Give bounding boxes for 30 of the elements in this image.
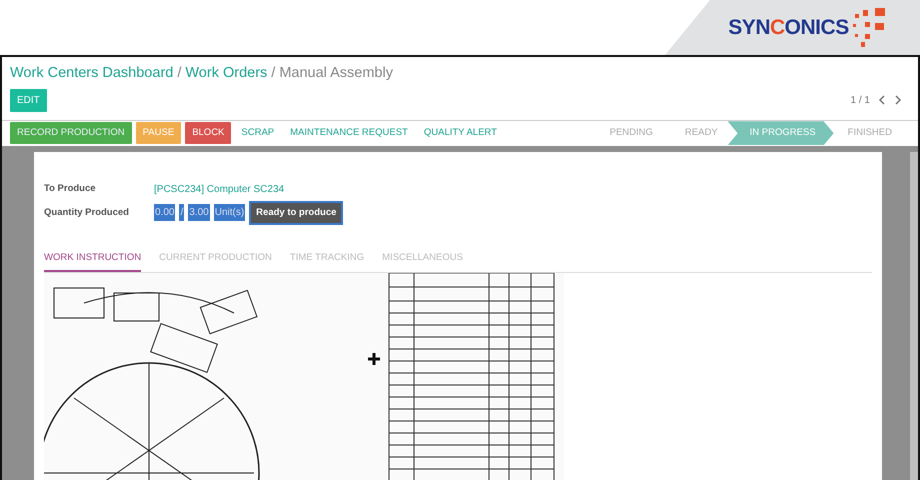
action-link[interactable]: QUALITY ALERT (418, 122, 503, 144)
field-label: Quantity Produced (44, 206, 130, 220)
quantity-value: 0.00 (154, 204, 176, 222)
quantity-separator: / (179, 204, 184, 222)
breadcrumb-link[interactable]: Work Orders (185, 65, 268, 81)
action-link[interactable]: MAINTENANCE REQUEST (284, 122, 414, 144)
pager-counter: 1 / 1 (850, 94, 870, 108)
action-button[interactable]: PAUSE (136, 122, 182, 144)
tab[interactable]: TIME TRACKING (290, 247, 364, 272)
product-link[interactable]: [PCSC234] Computer SC234 (154, 182, 284, 197)
previous-icon[interactable] (878, 95, 886, 106)
action-button[interactable]: RECORD PRODUCTION (10, 122, 132, 144)
quantity-value: 3.00 (188, 204, 210, 222)
unit-label: Unit(s) (214, 204, 246, 222)
edit-button[interactable]: EDIT (10, 88, 47, 112)
company-logo: SYNCONICS (728, 14, 849, 41)
action-button[interactable]: BLOCK (185, 122, 232, 144)
breadcrumb-current: Manual Assembly (279, 65, 393, 81)
tab[interactable]: CURRENT PRODUCTION (159, 247, 272, 272)
next-icon[interactable] (894, 95, 902, 106)
state-badge: Ready to produce (249, 200, 344, 225)
action-link[interactable]: SCRAP (235, 122, 280, 144)
logo-squares-icon (852, 8, 887, 48)
breadcrumb-separator: / (177, 65, 182, 81)
field-label: To Produce (44, 182, 97, 196)
breadcrumb-link[interactable]: Work Centers Dashboard (10, 65, 174, 81)
tab[interactable]: MISCELLANEOUS (382, 247, 463, 272)
scrollbar[interactable] (910, 152, 918, 480)
breadcrumb-separator: / (271, 65, 276, 81)
status-step: IN PROGRESS (728, 121, 834, 146)
